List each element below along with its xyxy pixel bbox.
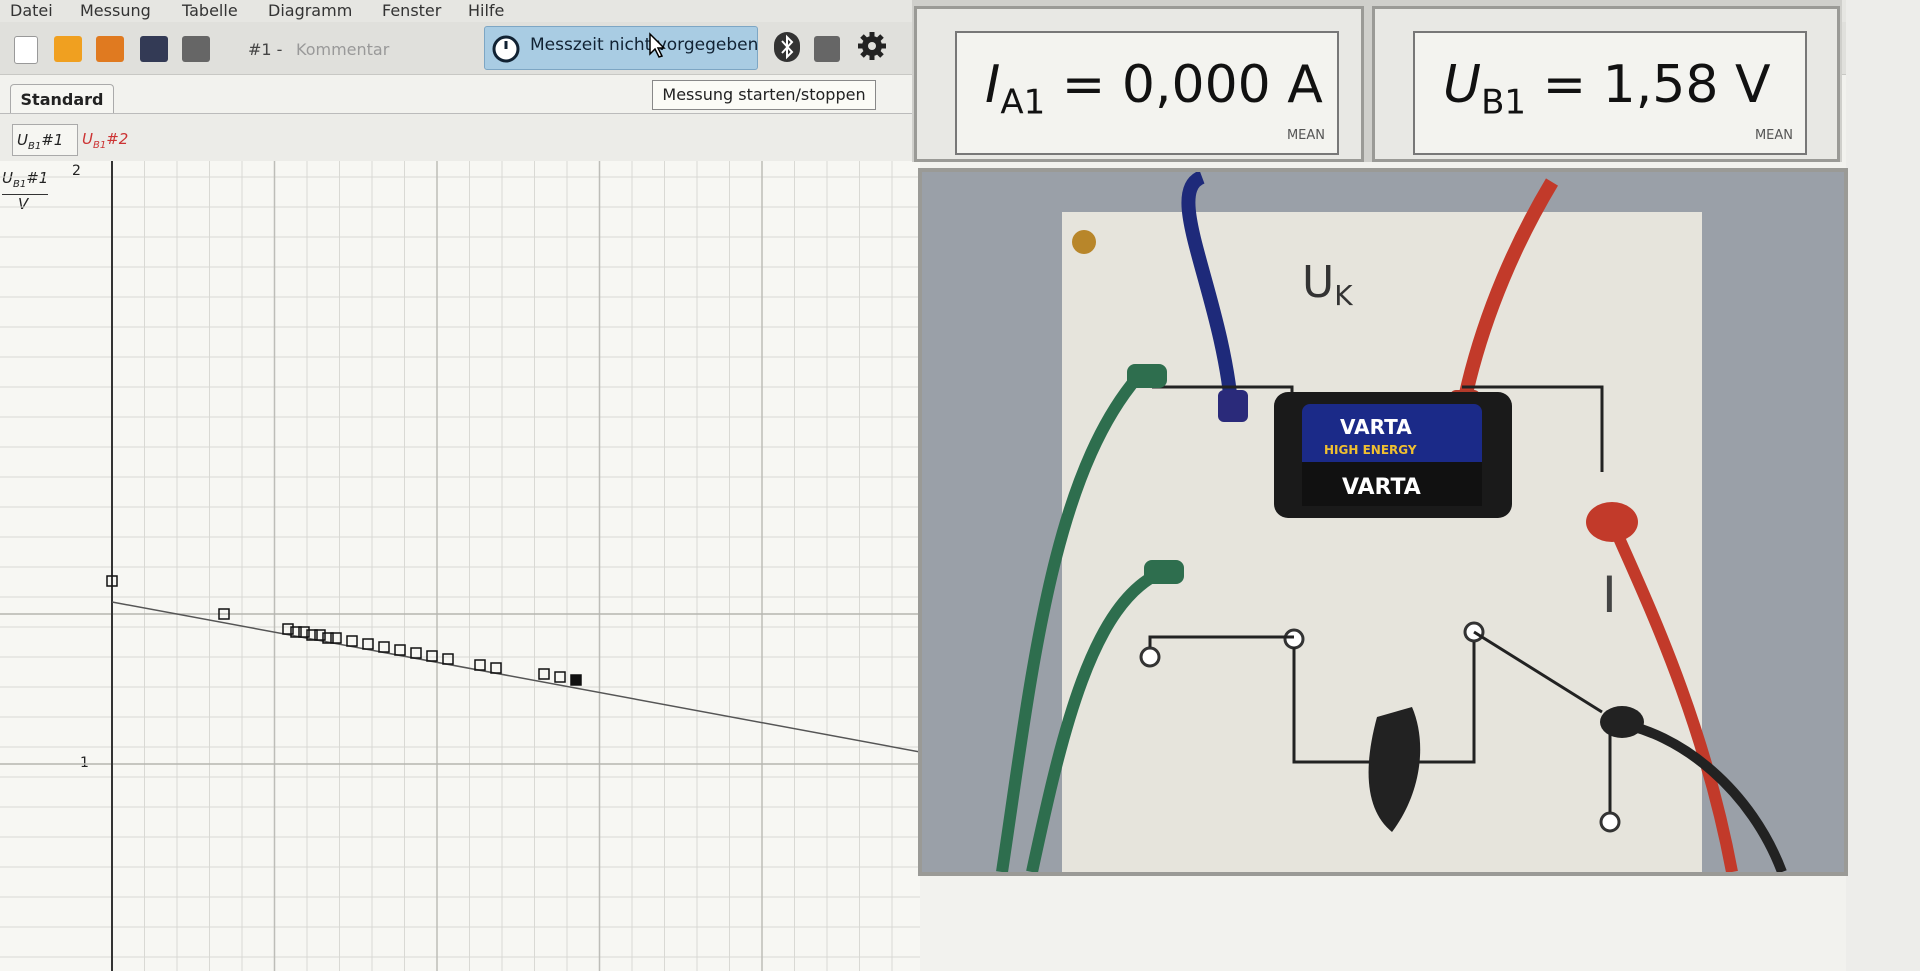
- menu-hilfe[interactable]: Hilfe: [468, 1, 504, 20]
- cursor-icon: [649, 32, 666, 58]
- red-plug-bottom: [1586, 502, 1638, 542]
- green-plug-2: [1144, 560, 1184, 584]
- menu-diagramm[interactable]: Diagramm: [268, 1, 352, 20]
- menu-messung[interactable]: Messung: [80, 1, 151, 20]
- series-chip-2[interactable]: UB1#2: [82, 124, 142, 154]
- voltage-meter-display: UB1 = 1,58 V MEAN: [1413, 31, 1807, 155]
- measurement-selector[interactable]: #1 -: [248, 40, 282, 59]
- data-point: [474, 659, 486, 671]
- data-point: [554, 671, 566, 683]
- blue-plug: [1218, 390, 1248, 422]
- battery-subtitle: HIGH ENERGY: [1324, 443, 1417, 457]
- data-point: [394, 644, 406, 656]
- circuit-video: UK VARTA HIGH ENERGY VARTA I: [918, 168, 1848, 876]
- chart-svg: [0, 161, 920, 971]
- right-panel-strip: [1846, 0, 1920, 971]
- fit-line: [111, 601, 920, 753]
- voltage-meter-value: UB1 = 1,58 V: [1443, 55, 1771, 123]
- green-plug-1: [1127, 364, 1167, 388]
- open-recent-icon[interactable]: [96, 36, 124, 62]
- open-folder-icon[interactable]: [54, 36, 82, 62]
- bluetooth-icon[interactable]: [774, 32, 800, 62]
- series-chip-1[interactable]: UB1#1: [12, 124, 78, 156]
- data-point: [570, 674, 582, 686]
- menu-datei[interactable]: Datei: [10, 1, 53, 20]
- data-point: [442, 653, 454, 665]
- circuit-photo: UK VARTA HIGH ENERGY VARTA I: [922, 172, 1844, 872]
- current-label: I: [1602, 566, 1617, 624]
- data-point: [538, 668, 550, 680]
- voltage-meter-mode: MEAN: [1754, 128, 1793, 143]
- current-meter-display: IA1 = 0,000 A MEAN: [955, 31, 1339, 155]
- screw-icon: [1072, 230, 1096, 254]
- data-point: [426, 650, 438, 662]
- timer-label: Messzeit nicht vorgegeben: [530, 35, 759, 55]
- plot-area[interactable]: UB1#1 V 2 1: [0, 161, 920, 971]
- stopwatch-icon: [492, 35, 520, 63]
- voltage-meter: UB1 = 1,58 V MEAN: [1372, 6, 1840, 162]
- black-plug: [1600, 706, 1644, 738]
- current-meter-value: IA1 = 0,000 A: [985, 55, 1323, 123]
- data-point: [346, 635, 358, 647]
- battery-brand-bottom: VARTA: [1342, 475, 1421, 500]
- menu-tabelle[interactable]: Tabelle: [182, 1, 238, 20]
- current-meter: IA1 = 0,000 A MEAN: [914, 6, 1364, 162]
- comment-field[interactable]: Kommentar: [296, 40, 389, 59]
- save-icon[interactable]: [140, 36, 168, 62]
- table-icon[interactable]: [814, 36, 840, 62]
- battery-brand-top: VARTA: [1340, 415, 1412, 439]
- tooltip: Messung starten/stoppen: [652, 80, 876, 110]
- tab-standard[interactable]: Standard: [10, 84, 114, 115]
- print-icon[interactable]: [182, 36, 210, 62]
- data-point: [490, 662, 502, 674]
- menu-fenster[interactable]: Fenster: [382, 1, 441, 20]
- data-point: [378, 641, 390, 653]
- current-meter-mode: MEAN: [1286, 128, 1325, 143]
- new-file-icon[interactable]: [14, 36, 38, 64]
- settings-gear-icon[interactable]: [856, 30, 888, 62]
